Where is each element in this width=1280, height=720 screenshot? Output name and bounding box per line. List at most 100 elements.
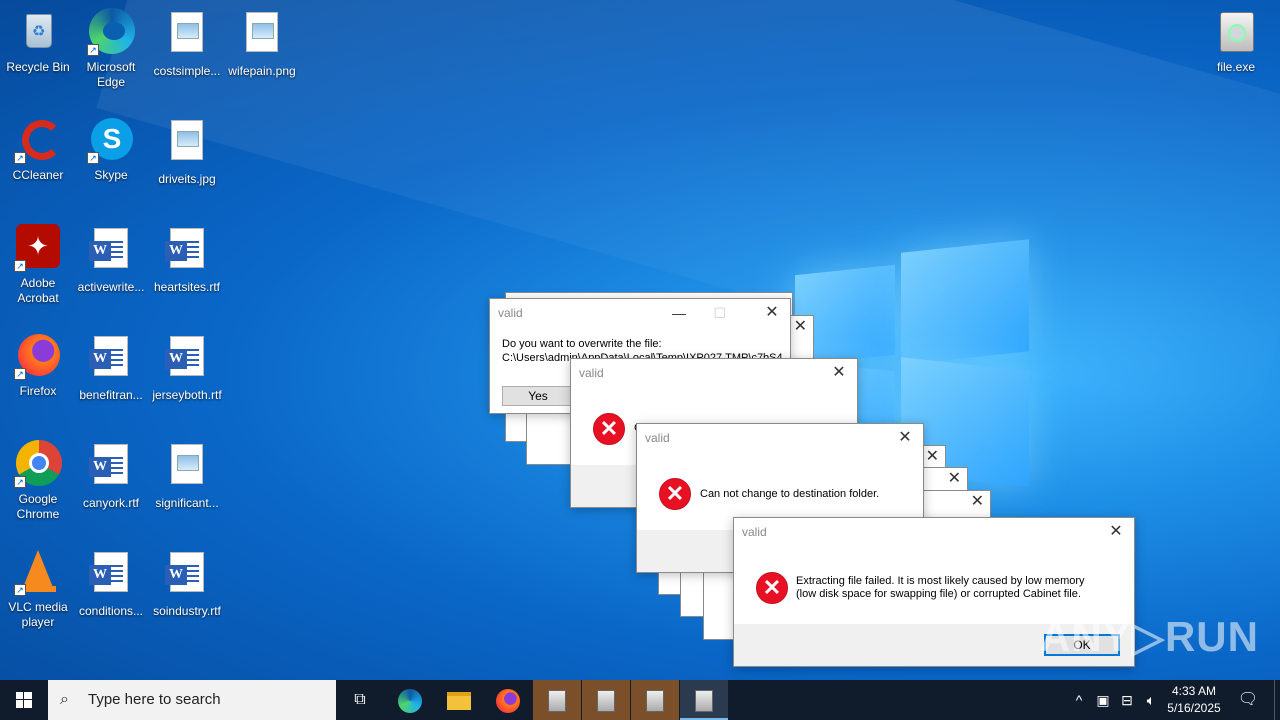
word-document-icon: W bbox=[87, 228, 135, 276]
message-line: Extracting file failed. It is most likel… bbox=[796, 575, 1085, 587]
desktop-icon-label: wifepain.png bbox=[228, 64, 296, 78]
start-button[interactable] bbox=[0, 680, 48, 720]
taskbar-edge[interactable] bbox=[386, 680, 434, 720]
ccleaner-icon: ↗ bbox=[14, 116, 62, 164]
dialog-titlebar[interactable]: valid — ☐ ✕ bbox=[490, 299, 790, 327]
folder-icon bbox=[447, 691, 471, 710]
desktop-icon-label: Microsoft Edge bbox=[86, 60, 136, 89]
word-document-icon: W bbox=[87, 336, 135, 384]
installer-package-icon bbox=[646, 689, 664, 712]
desktop-icon-adobe-acrobat[interactable]: ✦ ↗ Adobe Acrobat bbox=[0, 224, 76, 306]
desktop-icon-firefox[interactable]: ↗ Firefox bbox=[0, 332, 76, 399]
dialog-titlebar[interactable]: valid ✕ bbox=[734, 518, 1134, 546]
error-icon: ✕ bbox=[593, 413, 625, 445]
desktop-icon-soindustry[interactable]: W soindustry.rtf bbox=[149, 548, 225, 619]
taskbar-search-box[interactable]: ⌕ Type here to search bbox=[48, 680, 336, 720]
dialog-titlebar[interactable]: valid ✕ bbox=[571, 359, 857, 387]
adobe-acrobat-icon: ✦ ↗ bbox=[14, 224, 62, 272]
image-file-icon bbox=[238, 12, 286, 60]
show-hidden-icons-chevron-icon[interactable]: ^ bbox=[1068, 680, 1090, 720]
desktop-icon-vlc[interactable]: ↗ VLC media player bbox=[0, 548, 76, 630]
taskbar-running-installer[interactable] bbox=[680, 680, 728, 720]
taskbar-clock[interactable]: 4:33 AM 5/16/2025 bbox=[1162, 683, 1226, 717]
taskbar-file-explorer[interactable] bbox=[435, 680, 483, 720]
desktop-icon-jerseyboth[interactable]: W jerseyboth.rtf bbox=[149, 332, 225, 403]
desktop-icon-file-exe[interactable]: file.exe bbox=[1198, 8, 1274, 75]
taskbar-running-installer[interactable] bbox=[582, 680, 630, 720]
image-file-icon bbox=[163, 12, 211, 60]
desktop-icon-ccleaner[interactable]: ↗ CCleaner bbox=[0, 116, 76, 183]
dialog-title: valid bbox=[742, 525, 767, 539]
close-icon[interactable]: ✕ bbox=[971, 491, 984, 511]
task-view-button[interactable]: ⧉ bbox=[336, 680, 384, 720]
firefox-icon bbox=[496, 688, 520, 713]
shortcut-arrow-icon: ↗ bbox=[14, 260, 26, 272]
desktop-icon-activewrite[interactable]: W activewrite... bbox=[73, 224, 149, 295]
desktop-icon-google-chrome[interactable]: ↗ Google Chrome bbox=[0, 440, 76, 522]
close-icon[interactable]: ✕ bbox=[794, 316, 807, 336]
desktop-icon-label: canyork.rtf bbox=[82, 496, 139, 510]
task-view-icon: ⧉ bbox=[354, 691, 366, 708]
close-icon[interactable]: ✕ bbox=[762, 303, 782, 323]
desktop-icon-costsimple[interactable]: costsimple... bbox=[149, 8, 225, 79]
notification-center-icon[interactable]: 🗨︎ bbox=[1234, 680, 1262, 720]
firefox-icon: ↗ bbox=[14, 332, 62, 380]
desktop-icon-skype[interactable]: S ↗ Skype bbox=[73, 116, 149, 183]
taskbar-running-installer[interactable] bbox=[631, 680, 679, 720]
shortcut-arrow-icon: ↗ bbox=[14, 152, 26, 164]
desktop-icon-label: benefitran... bbox=[79, 388, 143, 402]
desktop-icon-wifepain[interactable]: wifepain.png bbox=[224, 8, 300, 79]
error-message: Can not change to destination folder. bbox=[700, 488, 880, 500]
desktop-icon-label: jerseyboth.rtf bbox=[152, 388, 222, 402]
desktop-icon-significant[interactable]: significant... bbox=[149, 440, 225, 511]
shortcut-arrow-icon: ↗ bbox=[14, 584, 26, 596]
vlc-cone-icon: ↗ bbox=[14, 548, 62, 596]
desktop-icon-label: costsimple... bbox=[153, 64, 221, 78]
show-desktop-button[interactable] bbox=[1274, 680, 1280, 720]
word-document-icon: W bbox=[163, 228, 211, 276]
dialog-titlebar[interactable]: valid ✕ bbox=[637, 424, 923, 452]
error-icon: ✕ bbox=[756, 572, 788, 604]
close-icon[interactable]: ✕ bbox=[1106, 522, 1126, 542]
desktop-icon-label: Adobe Acrobat bbox=[17, 276, 59, 305]
desktop-icon-benefitran[interactable]: W benefitran... bbox=[73, 332, 149, 403]
desktop-icon-label: conditions... bbox=[78, 604, 144, 618]
shortcut-arrow-icon: ↗ bbox=[87, 44, 99, 56]
dialog-title: valid bbox=[498, 306, 523, 320]
shortcut-arrow-icon: ↗ bbox=[14, 476, 26, 488]
anyrun-watermark: ANY▷RUN bbox=[1040, 613, 1259, 660]
device-icon[interactable]: ▣ bbox=[1092, 680, 1114, 720]
desktop-icon-label: soindustry.rtf bbox=[153, 604, 221, 618]
error-icon: ✕ bbox=[659, 478, 691, 510]
desktop-icon-recycle-bin[interactable]: ♻ Recycle Bin bbox=[0, 8, 76, 75]
message-line: (low disk space for swapping file) or co… bbox=[796, 588, 1081, 600]
installer-package-icon bbox=[695, 689, 713, 712]
desktop-icon-conditions[interactable]: W conditions... bbox=[73, 548, 149, 619]
image-file-icon bbox=[163, 444, 211, 492]
error-message: Extracting file failed. It is most likel… bbox=[796, 575, 1085, 601]
taskbar-running-installer[interactable] bbox=[533, 680, 581, 720]
close-icon[interactable]: ✕ bbox=[895, 428, 915, 448]
installer-package-icon bbox=[597, 689, 615, 712]
yes-button[interactable]: Yes bbox=[502, 386, 574, 406]
desktop: ♻ Recycle Bin ↗ CCleaner ✦ ↗ Adobe Acrob… bbox=[0, 0, 1280, 680]
dialog-title: valid bbox=[645, 431, 670, 445]
maximize-icon: ☐ bbox=[713, 305, 726, 321]
word-document-icon: W bbox=[87, 444, 135, 492]
desktop-icon-heartsites[interactable]: W heartsites.rtf bbox=[149, 224, 225, 295]
desktop-icon-canyork[interactable]: W canyork.rtf bbox=[73, 440, 149, 511]
search-icon: ⌕ bbox=[60, 691, 69, 708]
close-icon[interactable]: ✕ bbox=[948, 468, 961, 488]
desktop-icon-label: significant... bbox=[155, 496, 219, 510]
close-icon[interactable]: ✕ bbox=[829, 363, 849, 383]
shortcut-arrow-icon: ↗ bbox=[14, 368, 26, 380]
desktop-icon-label: Firefox bbox=[19, 384, 57, 398]
volume-icon[interactable]: 🔈︎ bbox=[1140, 680, 1162, 720]
desktop-icon-driveits[interactable]: driveits.jpg bbox=[149, 116, 225, 187]
word-document-icon: W bbox=[163, 552, 211, 600]
network-icon[interactable]: ⊟ bbox=[1116, 680, 1138, 720]
taskbar-firefox[interactable] bbox=[484, 680, 532, 720]
minimize-icon[interactable]: — bbox=[672, 299, 686, 327]
desktop-icon-microsoft-edge[interactable]: ↗ Microsoft Edge bbox=[73, 8, 149, 90]
close-icon[interactable]: ✕ bbox=[926, 446, 939, 466]
